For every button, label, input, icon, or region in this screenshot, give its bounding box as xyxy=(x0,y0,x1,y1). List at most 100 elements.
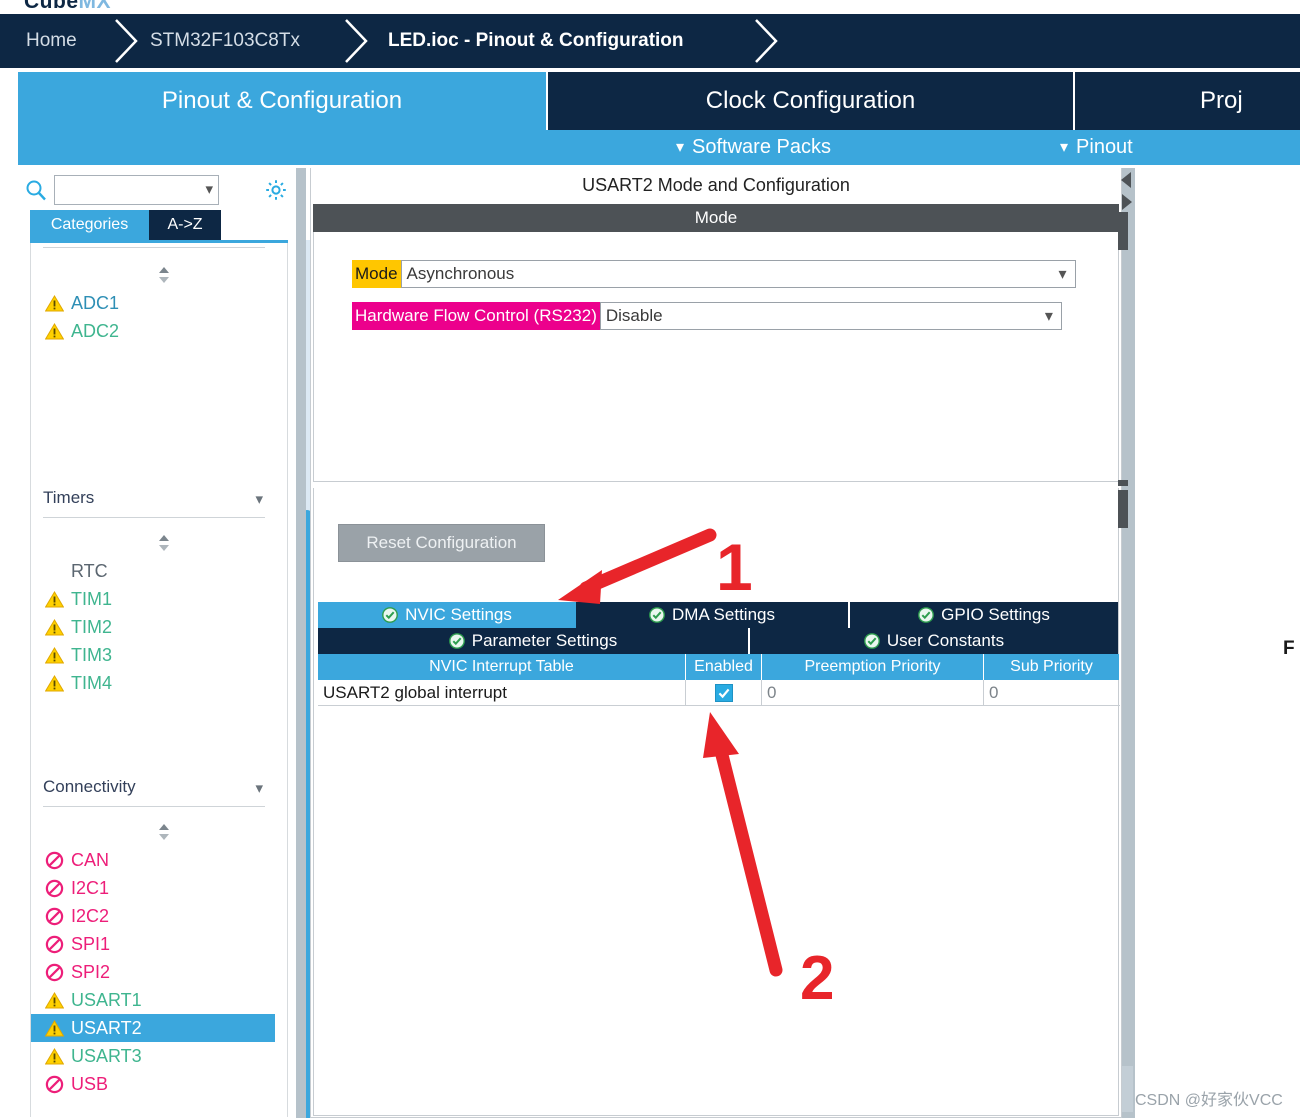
tree-item-usart1[interactable]: USART1 xyxy=(31,986,275,1014)
tab-nvic-settings[interactable]: NVIC Settings xyxy=(318,602,576,628)
page-title: USART2 Mode and Configuration xyxy=(311,168,1121,202)
breadcrumb-item-current[interactable]: LED.ioc - Pinout & Configuration xyxy=(388,14,684,68)
sidebar-tab-categories-label: Categories xyxy=(50,216,129,233)
table-row[interactable]: USART2 global interrupt 0 0 xyxy=(318,680,1120,706)
chevron-down-icon[interactable]: ▾ xyxy=(205,180,213,198)
tree-item-adc1[interactable]: ADC1 xyxy=(31,289,275,317)
reset-configuration-button[interactable]: Reset Configuration xyxy=(338,524,545,562)
main-tab-bar: Pinout & Configuration Clock Configurati… xyxy=(0,72,1300,130)
enabled-checkbox[interactable] xyxy=(714,684,733,702)
vertical-splitter[interactable] xyxy=(1122,168,1135,1118)
splitter-nub-lower[interactable] xyxy=(1118,490,1128,528)
tab-dma-settings[interactable]: DMA Settings xyxy=(576,602,848,628)
search-row: ▾ xyxy=(18,172,286,208)
sub-toolbar: ▾ Software Packs ▾ Pinout xyxy=(18,130,1300,165)
tree-item-can[interactable]: CAN xyxy=(31,846,275,874)
warning-icon xyxy=(44,294,65,312)
chevron-down-icon[interactable]: ▾ xyxy=(255,490,263,508)
tree-group-header-timers[interactable]: Timers ▾ xyxy=(31,481,287,515)
splitter-nub-mid[interactable] xyxy=(1118,480,1128,486)
tree-item-rtc[interactable]: RTC xyxy=(31,557,275,585)
column-header-enabled[interactable]: Enabled xyxy=(686,654,762,680)
preemption-priority-value: 0 xyxy=(767,683,777,702)
collapse-right-icon[interactable] xyxy=(1119,192,1134,212)
chevron-down-icon[interactable]: ▾ xyxy=(255,779,263,797)
tree-item-tim2[interactable]: TIM2 xyxy=(31,613,275,641)
table-header-row: NVIC Interrupt Table Enabled Preemption … xyxy=(318,654,1120,680)
component-tree: ADC1 ADC2 Timers ▾ RTC TIM1 TIM2 TIM3 TI… xyxy=(30,243,288,1117)
tree-item-spi1[interactable]: SPI1 xyxy=(31,930,275,958)
tab-clock-configuration[interactable]: Clock Configuration xyxy=(548,72,1073,130)
tree-item-tim1[interactable]: TIM1 xyxy=(31,585,275,613)
tree-item-tim4[interactable]: TIM4 xyxy=(31,669,275,697)
scroll-spinner-icon[interactable] xyxy=(156,265,172,285)
tree-item-usb[interactable]: USB xyxy=(31,1070,275,1098)
tree-item-label: USART3 xyxy=(71,1045,142,1066)
software-packs-label: Software Packs xyxy=(692,136,831,158)
column-header-sub-priority[interactable]: Sub Priority xyxy=(984,654,1120,680)
watermark: CSDN @好家伙VCC xyxy=(1135,1092,1283,1109)
tree-item-label: TIM2 xyxy=(71,616,113,637)
tree-item-i2c2[interactable]: I2C2 xyxy=(31,902,275,930)
chevron-down-icon[interactable]: ▾ xyxy=(1059,264,1067,284)
tree-item-adc2[interactable]: ADC2 xyxy=(31,317,275,345)
chevron-down-icon[interactable]: ▾ xyxy=(1045,306,1053,326)
breadcrumb-item-device[interactable]: STM32F103C8Tx xyxy=(150,14,300,68)
tree-item-label: TIM1 xyxy=(71,588,113,609)
tab-gpio-settings-label: GPIO Settings xyxy=(941,605,1050,624)
splitter-nub-top[interactable] xyxy=(1118,212,1128,250)
tab-project-manager[interactable]: Proj xyxy=(1075,72,1300,130)
cell-enabled[interactable] xyxy=(686,680,762,706)
scroll-spinner-icon[interactable] xyxy=(156,822,172,842)
tab-gpio-settings[interactable]: GPIO Settings xyxy=(850,602,1118,628)
nvic-interrupt-table: NVIC Interrupt Table Enabled Preemption … xyxy=(318,654,1120,706)
sidebar-right-edge xyxy=(296,168,306,1118)
warning-icon xyxy=(44,618,65,636)
search-input[interactable] xyxy=(55,176,185,202)
tree-group-timers: Timers ▾ RTC TIM1 TIM2 TIM3 TIM4 xyxy=(31,481,287,693)
scroll-spinner-icon[interactable] xyxy=(156,533,172,553)
tab-project-manager-label: Proj xyxy=(1200,87,1243,114)
breadcrumb-item-home[interactable]: Home xyxy=(26,14,77,68)
warning-icon xyxy=(44,1047,65,1065)
sidebar-tab-a-to-z[interactable]: A->Z xyxy=(149,210,221,240)
collapse-left-icon[interactable] xyxy=(1119,170,1134,190)
blocked-icon xyxy=(45,851,64,870)
column-header-nvic-interrupt-table[interactable]: NVIC Interrupt Table xyxy=(318,654,686,680)
cell-interrupt-name: USART2 global interrupt xyxy=(318,680,686,706)
tree-item-spi2[interactable]: SPI2 xyxy=(31,958,275,986)
tab-parameter-settings-label: Parameter Settings xyxy=(471,631,618,650)
tree-item-label: I2C2 xyxy=(71,905,110,926)
pinout-menu[interactable]: ▾ Pinout xyxy=(1060,130,1133,165)
sidebar-tab-categories[interactable]: Categories xyxy=(30,210,149,240)
software-packs-menu[interactable]: ▾ Software Packs xyxy=(676,130,831,165)
tab-user-constants[interactable]: User Constants xyxy=(750,628,1118,654)
check-circle-icon xyxy=(649,607,665,623)
cubemx-logo: CubeMX xyxy=(24,0,111,14)
breadcrumb: Home STM32F103C8Tx LED.ioc - Pinout & Co… xyxy=(0,14,1300,68)
breadcrumb-chevron-icon-3 xyxy=(750,14,784,68)
gear-icon[interactable] xyxy=(263,177,289,203)
search-box[interactable]: ▾ xyxy=(54,175,219,205)
pinout-label: Pinout xyxy=(1076,136,1133,158)
cell-sub-priority[interactable]: 0 xyxy=(984,680,1120,706)
component-sidebar: ▾ Categories A->Z ADC1 ADC2 Timers ▾ RTC… xyxy=(18,168,313,1118)
cell-preemption-priority[interactable]: 0 xyxy=(762,680,984,706)
tree-group-header-connectivity[interactable]: Connectivity ▾ xyxy=(31,770,287,804)
tree-item-usart3[interactable]: USART3 xyxy=(31,1042,275,1070)
group-divider xyxy=(43,247,265,248)
configuration-panel: USART2 Mode and Configuration Mode Mode … xyxy=(310,168,1122,1118)
hardware-flow-control-select[interactable]: Disable ▾ xyxy=(599,302,1062,330)
tree-item-usart2[interactable]: USART2 xyxy=(31,1014,275,1042)
hardware-flow-control-field-row: Hardware Flow Control (RS232) Disable ▾ xyxy=(352,302,1062,330)
tab-dma-settings-label: DMA Settings xyxy=(672,605,775,624)
column-header-preemption-priority[interactable]: Preemption Priority xyxy=(762,654,984,680)
mode-field-label: Mode xyxy=(352,260,401,288)
tree-item-label: CAN xyxy=(71,849,110,870)
tab-parameter-settings[interactable]: Parameter Settings xyxy=(318,628,748,654)
tab-nvic-settings-label: NVIC Settings xyxy=(405,605,512,624)
tree-item-tim3[interactable]: TIM3 xyxy=(31,641,275,669)
tab-pinout-configuration[interactable]: Pinout & Configuration xyxy=(18,72,546,130)
tree-item-i2c1[interactable]: I2C1 xyxy=(31,874,275,902)
mode-select[interactable]: Asynchronous ▾ xyxy=(400,260,1076,288)
